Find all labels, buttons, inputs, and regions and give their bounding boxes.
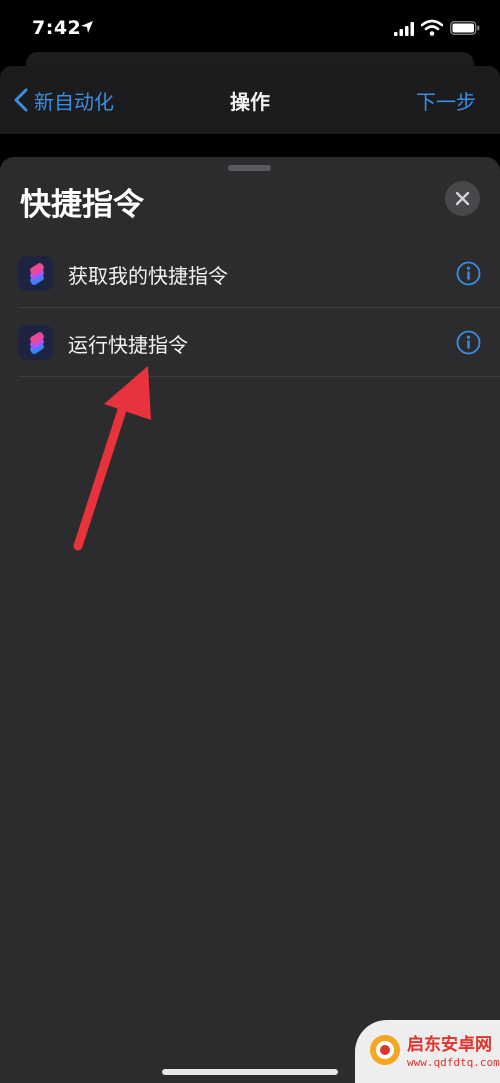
status-bar: 7:42 bbox=[0, 0, 500, 60]
list-item-label: 运行快捷指令 bbox=[68, 333, 188, 357]
annotation-arrow-icon bbox=[73, 366, 151, 551]
list-item-get-my-shortcuts[interactable]: 获取我的快捷指令 bbox=[0, 239, 500, 308]
battery-icon bbox=[450, 21, 480, 35]
watermark-logo-icon bbox=[370, 1035, 400, 1065]
shortcuts-app-icon bbox=[18, 256, 53, 291]
info-icon[interactable] bbox=[456, 330, 481, 355]
close-button[interactable] bbox=[445, 181, 480, 216]
cellular-signal-icon bbox=[394, 22, 414, 36]
info-icon[interactable] bbox=[456, 261, 481, 286]
sheet-title: 快捷指令 bbox=[20, 187, 144, 223]
chevron-left-icon bbox=[14, 88, 28, 112]
navigation-bar: 新自动化 操作 下一步 bbox=[0, 66, 500, 134]
wifi-icon bbox=[421, 19, 443, 36]
location-arrow-icon bbox=[81, 21, 93, 33]
home-indicator bbox=[162, 1069, 338, 1075]
back-button-label: 新自动化 bbox=[34, 89, 114, 114]
shortcuts-app-icon bbox=[18, 325, 53, 360]
back-button[interactable]: 新自动化 bbox=[14, 86, 114, 114]
watermark-url: www.qdfdtq.com bbox=[407, 1056, 500, 1069]
sheet-grabber[interactable] bbox=[228, 165, 271, 171]
actions-sheet: 快捷指令 获取我的快捷指令 运行快捷指令 bbox=[0, 157, 500, 1083]
status-time: 7:42 bbox=[32, 17, 82, 39]
next-button[interactable]: 下一步 bbox=[416, 86, 476, 115]
close-icon bbox=[455, 191, 470, 206]
list-item-label: 获取我的快捷指令 bbox=[68, 264, 228, 288]
watermark-title: 启东安卓网 bbox=[407, 1035, 492, 1055]
watermark: 启东安卓网 www.qdfdtq.com bbox=[355, 1020, 500, 1083]
